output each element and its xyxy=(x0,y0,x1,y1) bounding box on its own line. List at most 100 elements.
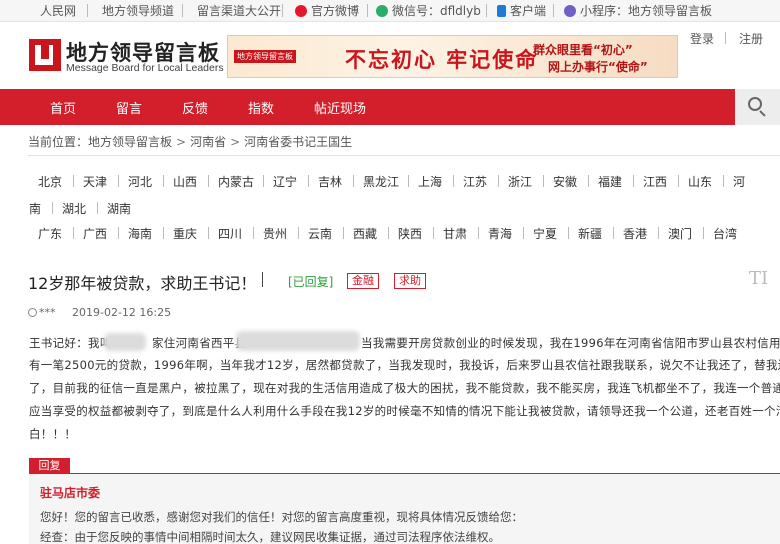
province-divider xyxy=(263,175,264,187)
province-link[interactable]: 广东 xyxy=(38,225,62,242)
province-link[interactable]: 福建 xyxy=(598,173,622,190)
province-link[interactable]: 湖北 xyxy=(62,200,86,217)
message-body-line: 家住河南省西平县 xyxy=(152,336,247,350)
message-body-line: 应当享受的权益都被剥夺了，到底是什么人利用什么手段在我12岁的时候毫不知情的情况… xyxy=(29,404,780,418)
province-divider xyxy=(703,227,704,239)
province-divider xyxy=(478,227,479,239)
province-divider xyxy=(568,227,569,239)
nav-item-index[interactable]: 指数 xyxy=(248,98,274,117)
topbar-link-local-leaders-channel[interactable]: 地方领导频道 xyxy=(102,3,174,19)
search-button[interactable] xyxy=(735,89,780,125)
banner-tagline-2: 网上办事行“使命” xyxy=(548,60,648,74)
province-link[interactable]: 台湾 xyxy=(713,225,737,242)
province-divider xyxy=(498,175,499,187)
breadcrumb: 当前位置：地方领导留言板 > 河南省 > 河南省委书记王国生 xyxy=(28,133,352,150)
client-label: 客户端 xyxy=(510,4,547,18)
province-link[interactable]: 重庆 xyxy=(173,225,197,242)
province-link[interactable]: 甘肃 xyxy=(443,225,467,242)
title-divider xyxy=(262,272,263,287)
province-link[interactable]: 黑龙江 xyxy=(363,173,399,190)
province-divider xyxy=(308,175,309,187)
province-link[interactable]: 陕西 xyxy=(398,225,422,242)
header-divider xyxy=(725,32,726,44)
province-link[interactable]: 江西 xyxy=(643,173,667,190)
register-link[interactable]: 注册 xyxy=(739,30,763,47)
province-divider xyxy=(97,202,98,214)
nav-item-on-site[interactable]: 帖近现场 xyxy=(314,98,366,117)
reply-organization: 驻马店市委 xyxy=(40,486,101,500)
message-body-line: 当我需要开房贷款创业的时候发现，我在1996年在河南省信阳市罗山县农村信用社 xyxy=(361,336,780,350)
mobile-icon xyxy=(497,5,506,17)
province-link[interactable]: 宁夏 xyxy=(533,225,557,242)
province-link[interactable]: 香港 xyxy=(623,225,647,242)
province-link[interactable]: 青海 xyxy=(488,225,512,242)
province-link[interactable]: 安徽 xyxy=(553,173,577,190)
topbar-link-channels[interactable]: 留言渠道大公开 xyxy=(197,3,281,19)
province-link[interactable]: 山西 xyxy=(173,173,197,190)
province-divider xyxy=(52,202,53,214)
topbar-divider xyxy=(87,4,88,17)
province-divider xyxy=(723,175,724,187)
province-link[interactable]: 天津 xyxy=(83,173,107,190)
province-link[interactable]: 山东 xyxy=(688,173,712,190)
province-divider xyxy=(523,227,524,239)
province-divider xyxy=(433,227,434,239)
province-link[interactable]: 广西 xyxy=(83,225,107,242)
province-link[interactable]: 贵州 xyxy=(263,225,287,242)
province-link[interactable]: 四川 xyxy=(218,225,242,242)
author-name: *** xyxy=(39,306,56,319)
province-divider xyxy=(408,175,409,187)
category-tag-finance[interactable]: 金融 xyxy=(347,273,379,289)
province-link[interactable]: 新疆 xyxy=(578,225,602,242)
province-link[interactable]: 西藏 xyxy=(353,225,377,242)
breadcrumb-item-province[interactable]: 河南省 xyxy=(190,135,226,149)
message-body-line: 有一笔2500元的贷款，1996年啊，当年我才12岁，居然都贷款了，当我发现时，… xyxy=(29,358,780,372)
topbar-link-miniprogram[interactable]: 小程序：地方领导留言板 xyxy=(564,3,712,19)
breadcrumb-item-leader[interactable]: 河南省委书记王国生 xyxy=(244,135,352,149)
province-link[interactable]: 河北 xyxy=(128,173,152,190)
province-link[interactable]: 河 xyxy=(733,173,745,190)
province-link[interactable]: 湖南 xyxy=(107,200,131,217)
topbar-link-client[interactable]: 客户端 xyxy=(497,3,546,19)
header-banner-ad[interactable]: 地方领导留言板 不忘初心 牢记使命 群众眼里看“初心” 网上办事行“使命” xyxy=(227,35,678,78)
province-link[interactable]: 上海 xyxy=(418,173,442,190)
topbar-link-people[interactable]: 人民网 xyxy=(40,3,76,19)
province-link[interactable]: 北京 xyxy=(38,173,62,190)
message-body-line: 王书记好：我叫 xyxy=(29,336,112,350)
user-icon xyxy=(28,308,37,317)
topbar-link-wechat[interactable]: 微信号：dfldlyb xyxy=(376,3,481,19)
province-link[interactable]: 南 xyxy=(29,200,41,217)
province-divider xyxy=(658,227,659,239)
nav-item-feedback[interactable]: 反馈 xyxy=(182,98,208,117)
province-link[interactable]: 辽宁 xyxy=(273,173,297,190)
nav-item-home[interactable]: 首页 xyxy=(50,98,76,117)
topbar-link-weibo[interactable]: 官方微博 xyxy=(295,3,359,19)
site-logo-icon[interactable] xyxy=(29,39,61,71)
province-divider xyxy=(73,227,74,239)
breadcrumb-divider xyxy=(28,155,780,156)
site-logo-subtitle: Message Board for Local Leaders xyxy=(66,62,224,74)
province-divider xyxy=(118,227,119,239)
province-link[interactable]: 澳门 xyxy=(668,225,692,242)
province-divider xyxy=(118,175,119,187)
miniprogram-label: 小程序：地方领导留言板 xyxy=(580,4,713,18)
category-tag-help[interactable]: 求助 xyxy=(394,273,426,289)
reply-text-line: 经查：由于您反映的事情中间相隔时间太久，建议网民收集证据，通过司法程序依法维权。 xyxy=(40,530,500,544)
login-link[interactable]: 登录 xyxy=(690,30,714,47)
province-link[interactable]: 内蒙古 xyxy=(218,173,254,190)
province-link[interactable]: 云南 xyxy=(308,225,332,242)
breadcrumb-item-board[interactable]: 地方领导留言板 xyxy=(88,135,172,149)
breadcrumb-label: 当前位置： xyxy=(28,135,89,149)
reply-status-badge: [已回复] xyxy=(288,275,334,289)
font-size-icon[interactable]: TI xyxy=(749,268,768,289)
search-icon-handle xyxy=(759,110,766,117)
province-link[interactable]: 海南 xyxy=(128,225,152,242)
nav-item-messages[interactable]: 留言 xyxy=(116,98,142,117)
topbar-divider xyxy=(553,4,554,17)
province-link[interactable]: 吉林 xyxy=(318,173,342,190)
province-link[interactable]: 江苏 xyxy=(463,173,487,190)
province-link[interactable]: 浙江 xyxy=(508,173,532,190)
breadcrumb-separator: > xyxy=(176,135,187,149)
topbar-divider xyxy=(486,4,487,17)
province-divider xyxy=(588,175,589,187)
